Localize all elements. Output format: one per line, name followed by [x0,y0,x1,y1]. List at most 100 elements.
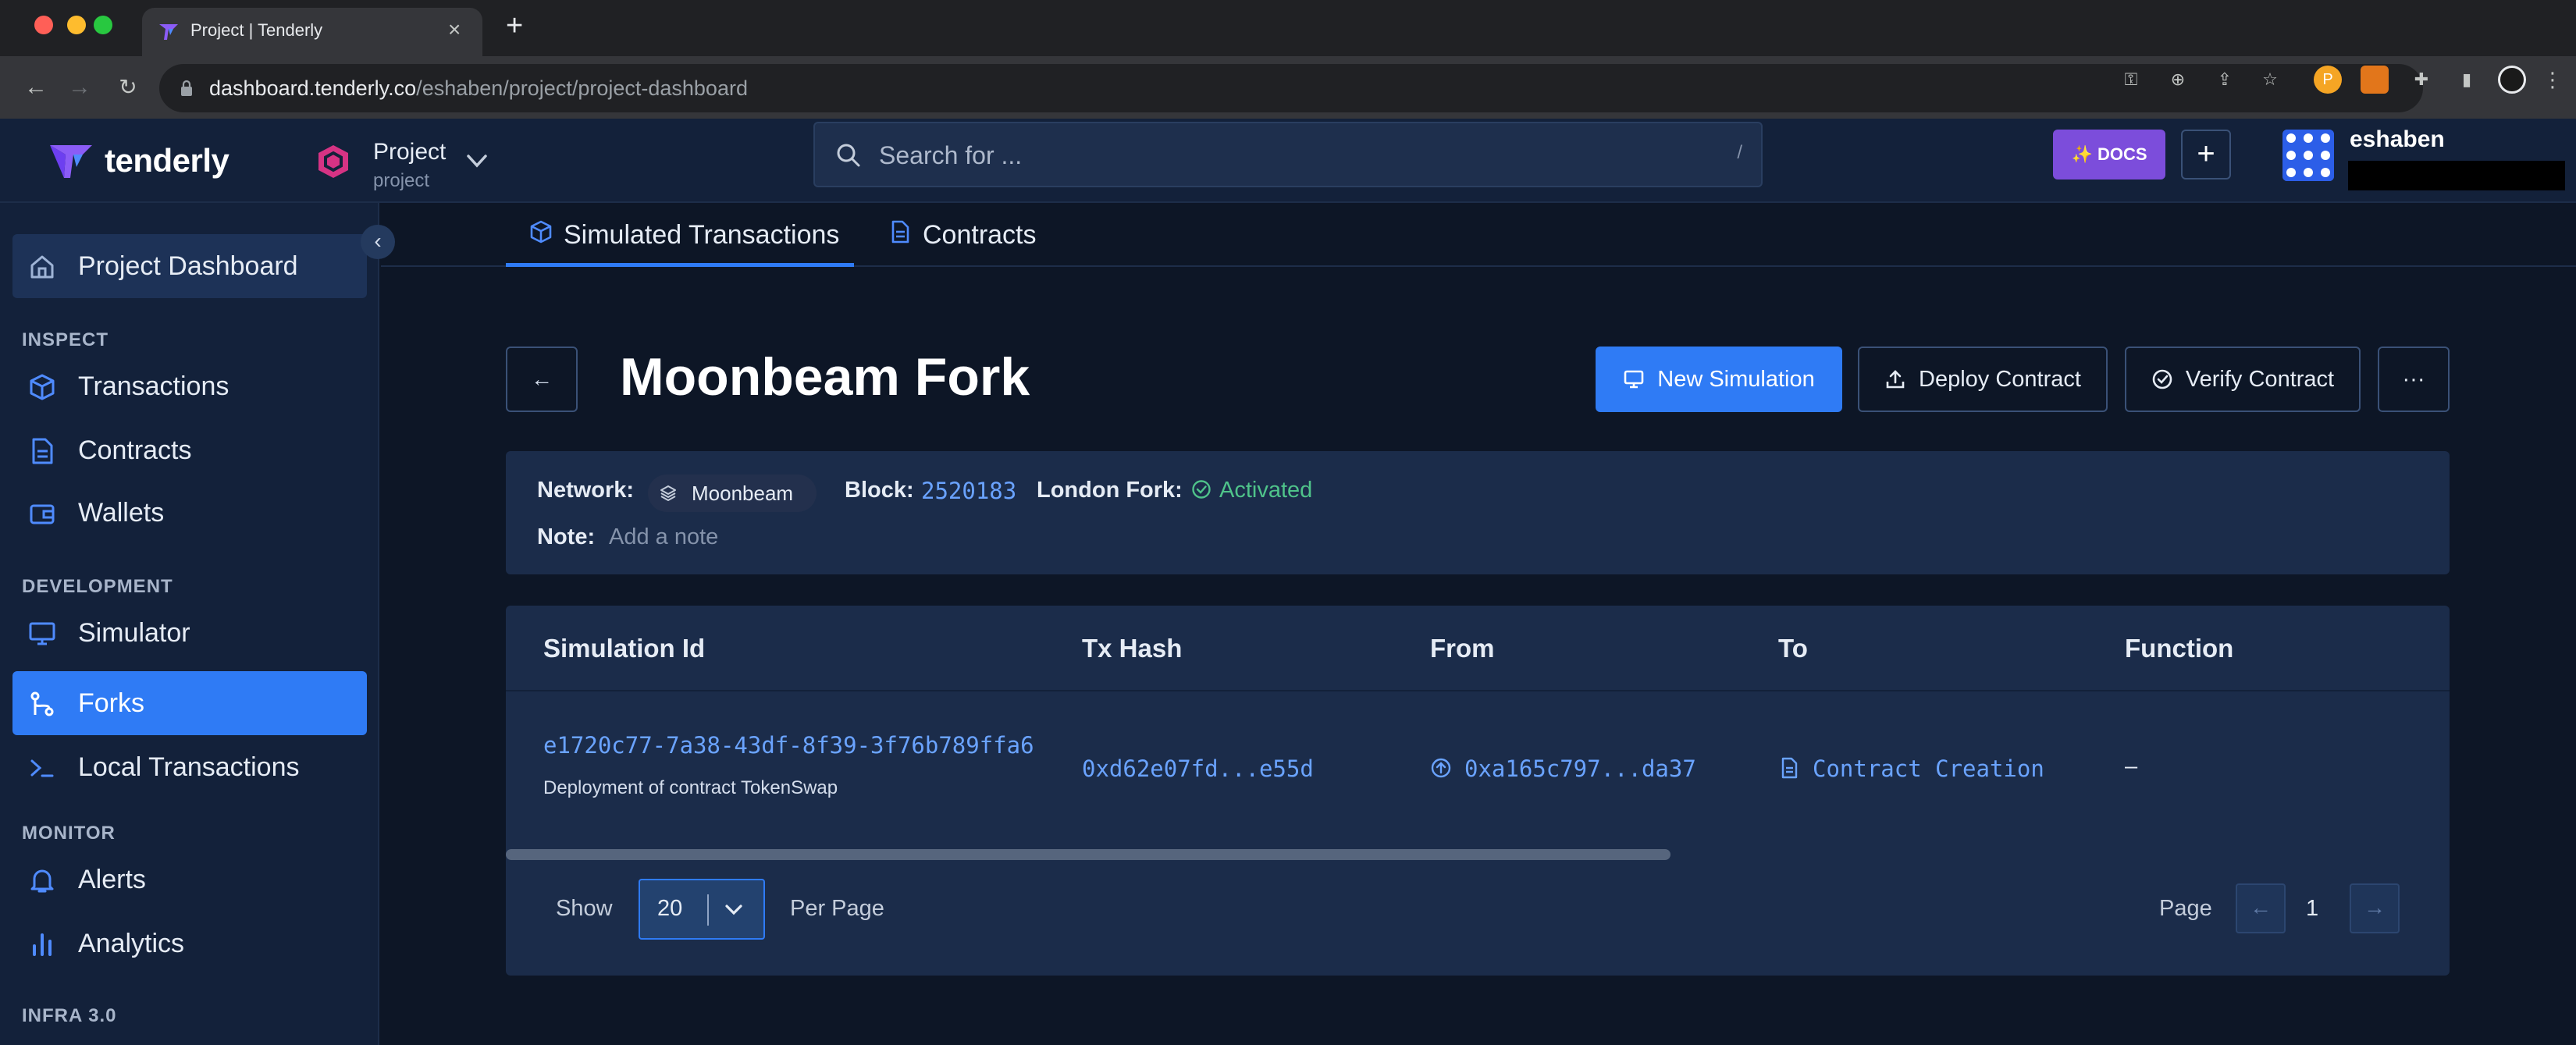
tab-contracts[interactable]: Contracts [865,203,1052,267]
section-inspect: INSPECT [22,329,109,350]
column-header-to: To [1778,634,1808,663]
extensions-puzzle-icon[interactable]: ✚ [2407,66,2435,94]
tenderly-favicon-icon [159,24,178,40]
arrow-up-circle-icon [1431,758,1451,778]
side-panel-icon[interactable]: ▮ [2453,66,2481,94]
search-shortcut-hint: / [1737,142,1742,163]
extension-p-icon[interactable]: P [2314,66,2342,94]
tx-hash-link[interactable]: 0xd62e07fd...e55d [1082,755,1314,782]
upload-icon [1886,370,1905,389]
sidebar-item-label: Forks [78,688,144,718]
verify-contract-button[interactable]: Verify Contract [2125,347,2361,412]
sidebar-item-analytics[interactable]: Analytics [12,912,367,976]
simulation-description: Deployment of contract TokenSwap [543,777,838,798]
browser-menu-icon[interactable]: ⋮ [2539,66,2567,94]
horizontal-scrollbar[interactable] [506,849,1670,860]
back-arrow-icon[interactable]: ← [20,72,52,103]
tenderly-logo-icon [50,145,92,178]
layers-icon [660,485,676,501]
browser-tab-close-icon[interactable]: × [448,17,461,42]
page-label: Page [2159,896,2212,921]
check-circle-icon [2152,369,2172,389]
network-value: Moonbeam [692,482,794,505]
section-monitor: MONITOR [22,823,116,844]
app-header: tenderly Project project / ✨ DOCS + [0,119,2576,203]
per-page-value: 20 [657,896,683,921]
column-header-function: Function [2125,634,2234,663]
project-hexagon-icon [318,145,348,178]
new-tab-button[interactable]: + [506,11,523,41]
browser-tab-title: Project | Tenderly [190,20,323,40]
docs-button[interactable]: ✨ DOCS [2053,130,2165,179]
key-icon[interactable]: ⚿ [2117,66,2145,94]
sidebar-item-contracts[interactable]: Contracts [12,418,367,482]
tab-simulated-transactions[interactable]: Simulated Transactions [506,203,854,267]
tenderly-logo[interactable]: tenderly [48,139,229,183]
address-bar[interactable]: dashboard.tenderly.co/eshaben/project/pr… [159,64,2423,112]
function-value: – [2125,754,2138,779]
window-close-button[interactable] [34,16,53,34]
sidebar-item-project-dashboard[interactable]: Project Dashboard [12,234,367,298]
sidebar-item-local-transactions[interactable]: Local Transactions [12,735,367,799]
browser-tab[interactable]: Project | Tenderly × [142,8,482,56]
per-page-label: Per Page [790,896,884,921]
sidebar-item-wallets[interactable]: Wallets [12,481,367,545]
document-icon [1781,757,1798,779]
metamask-fox-icon[interactable] [2361,66,2389,94]
share-icon[interactable]: ⇪ [2211,66,2239,94]
chevron-down-icon [725,905,742,915]
per-page-select[interactable]: 20 [639,879,765,940]
project-slug: project [373,170,430,191]
forward-arrow-icon[interactable]: → [64,72,95,103]
username[interactable]: eshaben [2350,126,2445,153]
document-icon [891,220,909,243]
add-button[interactable]: + [2181,130,2231,179]
sidebar-item-forks[interactable]: Forks [12,671,367,735]
collapse-sidebar-button[interactable]: ‹ [361,225,395,259]
back-button[interactable]: ← [506,347,578,412]
note-label: Note: [537,524,596,549]
network-badge: Moonbeam [648,475,817,512]
new-simulation-button[interactable]: New Simulation [1596,347,1842,412]
bar-chart-icon [33,933,52,956]
browser-toolbar: ← → ↻ dashboard.tenderly.co/eshaben/proj… [0,56,2576,119]
zoom-icon[interactable]: ⊕ [2164,66,2192,94]
bookmark-star-icon[interactable]: ☆ [2256,66,2284,94]
project-switcher[interactable]: Project project [315,131,503,191]
redacted-email [2348,161,2565,190]
column-header-from: From [1430,634,1495,663]
project-name: Project [373,139,447,165]
profile-avatar-icon[interactable] [2498,66,2526,94]
logo-text: tenderly [105,142,229,179]
reload-icon[interactable]: ↻ [112,72,144,103]
monitor-icon [1624,370,1644,389]
search-input[interactable] [879,137,1660,173]
from-address-link[interactable]: 0xa165c797...da37 [1464,755,1696,782]
add-note-field[interactable]: Add a note [609,524,718,550]
sidebar-item-label: Alerts [78,865,146,894]
sidebar-item-transactions[interactable]: Transactions [12,354,367,418]
column-header-simulation-id: Simulation Id [543,634,706,663]
cube-icon [30,374,55,400]
simulations-table: Simulation Id Tx Hash From To Function e… [506,606,2450,976]
sidebar-item-simulator[interactable]: Simulator [12,601,367,665]
user-avatar[interactable] [2282,130,2334,181]
chevron-down-icon [467,155,487,168]
page-title: Moonbeam Fork [620,347,1030,407]
terminal-icon [30,759,54,777]
more-actions-button[interactable]: ··· [2378,347,2450,412]
simulation-id-link[interactable]: e1720c77-7a38-43df-8f39-3f76b789ffa6 [543,732,1034,759]
sidebar-item-alerts[interactable]: Alerts [12,848,367,912]
sub-navigation: Simulated Transactions Contracts [381,203,2576,267]
previous-page-button[interactable]: ← [2236,883,2286,933]
window-zoom-button[interactable] [94,16,112,34]
block-number-link[interactable]: 2520183 [921,478,1016,504]
table-header: Simulation Id Tx Hash From To Function [506,606,2450,691]
next-page-button[interactable]: → [2350,883,2400,933]
deploy-contract-button[interactable]: Deploy Contract [1858,347,2108,412]
window-minimize-button[interactable] [67,16,86,34]
to-contract-creation-link[interactable]: Contract Creation [1813,755,2044,782]
search-bar[interactable]: / [813,122,1763,187]
sidebar-item-label: Transactions [78,371,229,401]
block-label: Block: [845,478,914,503]
